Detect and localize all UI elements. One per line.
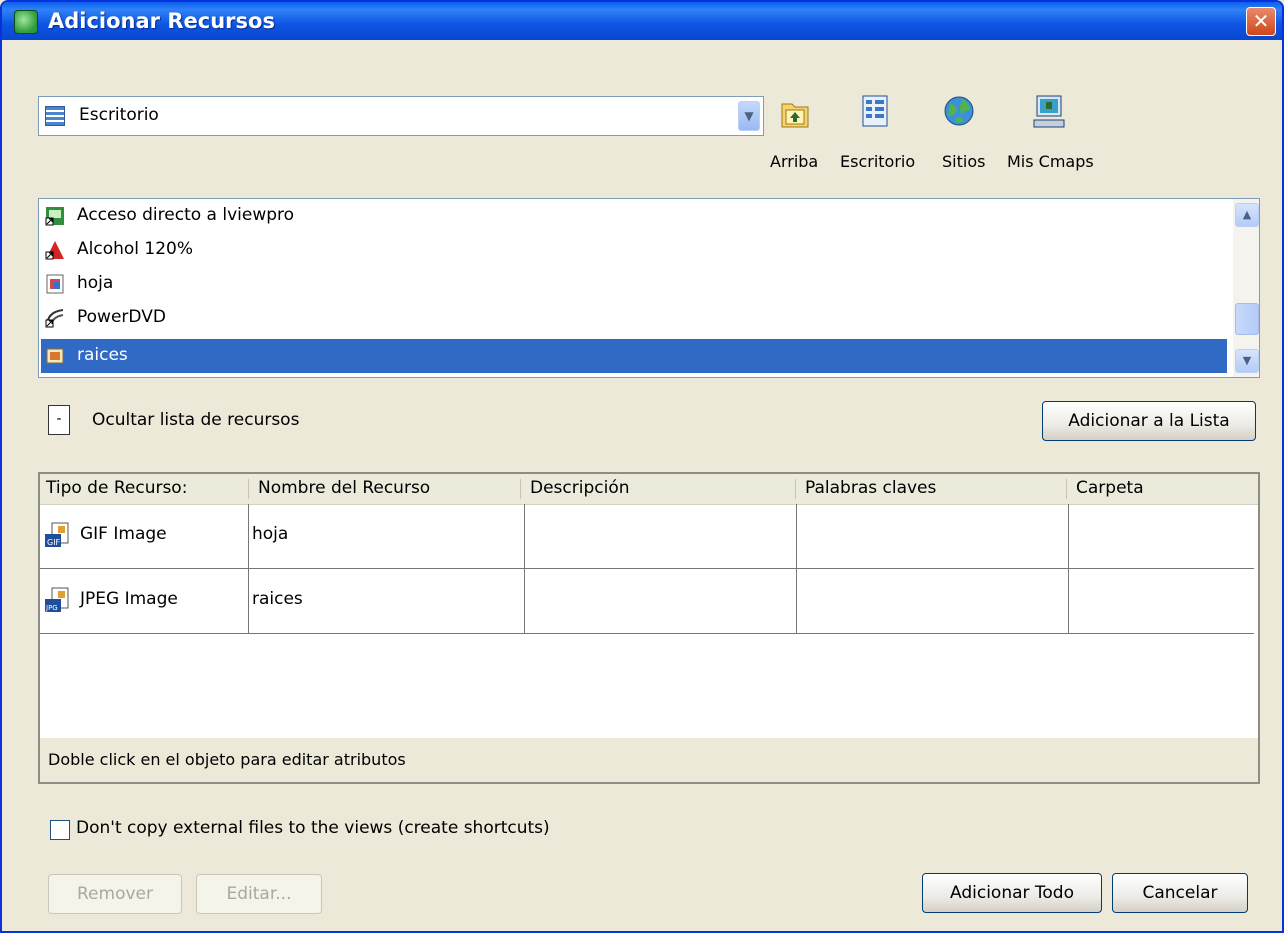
name-cell: raices xyxy=(248,569,525,633)
jpeg-file-icon xyxy=(46,348,64,364)
description-cell[interactable] xyxy=(524,569,797,633)
resource-type: JPEG Image xyxy=(80,589,178,609)
resource-name: raices xyxy=(252,589,303,609)
resource-type: GIF Image xyxy=(80,524,167,544)
name-cell: hoja xyxy=(248,504,525,568)
file-list[interactable]: Acceso directo a lviewpro Alcohol 120% h… xyxy=(38,198,1260,378)
list-item-label: PowerDVD xyxy=(77,307,166,327)
computer-icon xyxy=(1033,95,1065,128)
list-item[interactable]: PowerDVD xyxy=(41,301,1227,335)
edit-button[interactable]: Editar... xyxy=(196,874,322,914)
globe-icon xyxy=(944,96,974,126)
add-all-button[interactable]: Adicionar Todo xyxy=(922,873,1102,913)
desktop-folder-icon xyxy=(45,106,65,126)
list-item-label: Acceso directo a lviewpro xyxy=(77,205,295,225)
powerdvd-icon xyxy=(45,309,64,328)
title-bar[interactable]: Adicionar Recursos ✕ xyxy=(2,2,1282,40)
remove-button[interactable]: Remover xyxy=(48,874,182,914)
folder-cell[interactable] xyxy=(1068,569,1253,633)
sites-label[interactable]: Sitios xyxy=(942,152,985,171)
dialog-window: Adicionar Recursos ✕ Escritorio ▼ Arriba… xyxy=(0,0,1284,933)
jpeg-icon: JPG xyxy=(45,587,69,612)
column-header[interactable]: Carpeta xyxy=(1076,478,1144,498)
alcohol-icon xyxy=(45,241,64,260)
column-header[interactable]: Nombre del Recurso xyxy=(258,478,430,498)
column-header[interactable]: Descripción xyxy=(530,478,630,498)
desktop-label[interactable]: Escritorio xyxy=(840,152,915,171)
type-cell: JPG JPEG Image xyxy=(40,569,249,633)
location-dropdown[interactable]: Escritorio ▼ xyxy=(38,96,764,136)
list-item[interactable]: Acceso directo a lviewpro xyxy=(41,199,1227,233)
list-item-label: raices xyxy=(77,345,128,365)
table-row[interactable]: JPG JPEG Image raices xyxy=(40,569,1254,634)
table-row[interactable]: GIF GIF Image hoja xyxy=(40,504,1254,569)
scroll-thumb[interactable] xyxy=(1235,303,1259,335)
scroll-down-icon[interactable]: ▼ xyxy=(1235,349,1259,373)
shortcut-checkbox-label[interactable]: Don't copy external files to the views (… xyxy=(76,818,550,838)
table-header: Tipo de Recurso: Nombre del Recurso Desc… xyxy=(40,474,1258,505)
shortcut-checkbox[interactable] xyxy=(50,820,70,840)
dialog-title: Adicionar Recursos xyxy=(48,9,275,33)
desktop-icon xyxy=(862,95,888,127)
shortcut-app-icon xyxy=(45,207,64,226)
column-header[interactable]: Tipo de Recurso: xyxy=(46,478,187,498)
list-item-label: hoja xyxy=(77,273,114,293)
gif-icon: GIF xyxy=(45,522,69,547)
vertical-scrollbar[interactable]: ▲ ▼ xyxy=(1233,199,1259,377)
list-item[interactable]: Alcohol 120% xyxy=(41,233,1227,267)
type-cell: GIF GIF Image xyxy=(40,504,249,568)
column-header[interactable]: Palabras claves xyxy=(805,478,936,498)
folder-cell[interactable] xyxy=(1068,504,1253,568)
list-item[interactable]: hoja xyxy=(41,267,1227,301)
list-item-label: Alcohol 120% xyxy=(77,239,194,259)
sites-button[interactable] xyxy=(942,94,976,128)
scroll-up-icon[interactable]: ▲ xyxy=(1235,203,1259,227)
table-status-bar: Doble click en el objeto para editar atr… xyxy=(40,738,1258,782)
chevron-down-icon[interactable]: ▼ xyxy=(738,101,760,131)
list-item-selected[interactable]: raices xyxy=(41,339,1227,373)
desktop-button[interactable] xyxy=(860,94,890,128)
resources-table[interactable]: Tipo de Recurso: Nombre del Recurso Desc… xyxy=(38,472,1260,784)
mycmaps-button[interactable] xyxy=(1032,94,1066,130)
hide-list-toggle[interactable]: - xyxy=(48,405,70,435)
description-cell[interactable] xyxy=(524,504,797,568)
add-to-list-button[interactable]: Adicionar a la Lista xyxy=(1042,401,1256,441)
up-folder-button[interactable] xyxy=(780,96,810,130)
svg-text:GIF: GIF xyxy=(47,538,61,547)
cancel-button[interactable]: Cancelar xyxy=(1112,873,1248,913)
up-label[interactable]: Arriba xyxy=(770,152,818,171)
close-button[interactable]: ✕ xyxy=(1246,7,1276,36)
up-folder-icon xyxy=(781,103,809,128)
status-text: Doble click en el objeto para editar atr… xyxy=(48,750,406,769)
keywords-cell[interactable] xyxy=(796,569,1069,633)
keywords-cell[interactable] xyxy=(796,504,1069,568)
location-value: Escritorio xyxy=(79,105,159,125)
resource-name: hoja xyxy=(252,524,289,544)
hide-list-label: Ocultar lista de recursos xyxy=(92,410,300,430)
svg-text:JPG: JPG xyxy=(45,604,58,612)
image-file-icon xyxy=(46,274,64,294)
cmap-app-icon xyxy=(14,10,38,34)
mycmaps-label[interactable]: Mis Cmaps xyxy=(1007,152,1094,171)
